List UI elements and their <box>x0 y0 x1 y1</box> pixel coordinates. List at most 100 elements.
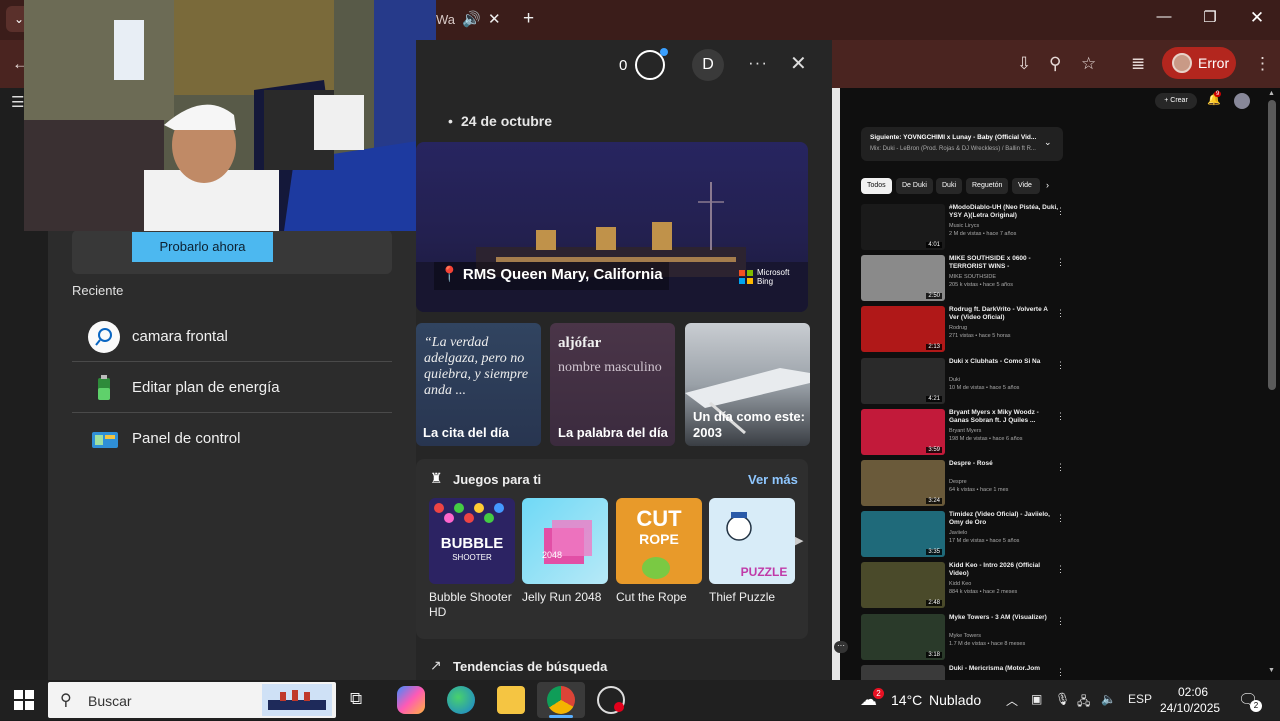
recent-item-panel[interactable]: Panel de control <box>72 414 392 464</box>
windows-start-icon[interactable] <box>14 690 34 715</box>
video-item[interactable]: 3:59 Bryant Myers x Miky Woodz - Ganas So… <box>861 408 1071 455</box>
video-thumbnail[interactable]: 2:13 <box>861 306 945 353</box>
speaker-icon[interactable]: 🔊 <box>462 10 481 28</box>
video-channel[interactable]: MIKE SOUTHSIDE <box>949 274 996 280</box>
video-title[interactable]: Despre - Rosé <box>949 460 1059 468</box>
microphone-icon[interactable]: 🎙 <box>1055 692 1070 706</box>
video-menu-icon[interactable]: ⋮ <box>1056 360 1065 371</box>
volume-icon[interactable]: 🔈 <box>1101 692 1116 706</box>
game-name[interactable]: Thief Puzzle <box>709 590 801 605</box>
create-button[interactable]: + Crear <box>1155 93 1197 109</box>
install-icon[interactable]: ⇩ <box>1017 54 1031 74</box>
edge-icon[interactable] <box>447 686 475 714</box>
video-channel[interactable]: Despre <box>949 479 967 485</box>
video-menu-icon[interactable]: ⋮ <box>1056 667 1065 678</box>
quote-of-day-card[interactable]: “La verdad adelgaza, pero no quiebra, y … <box>416 323 541 446</box>
see-more-link[interactable]: Ver más <box>748 472 798 487</box>
video-item[interactable]: 2:50 MIKE SOUTHSIDE x 0600 - TERRORIST WI… <box>861 255 1071 302</box>
word-of-day-card[interactable]: aljófar nombre masculino La palabra del … <box>550 323 675 446</box>
chips-next-icon[interactable]: › <box>1046 180 1049 190</box>
scroll-down-icon[interactable]: ▼ <box>1268 667 1275 674</box>
clock[interactable]: 02:06 24/10/2025 <box>1160 684 1220 716</box>
video-item[interactable]: 3:24 Despre - Rosé Despre 64 k vistas • hac… <box>861 460 1071 506</box>
video-thumbnail[interactable]: 3:24 <box>861 460 945 506</box>
close-icon[interactable]: ✕ <box>790 51 807 76</box>
star-icon[interactable]: ☆ <box>1081 54 1096 74</box>
network-icon[interactable]: 🖧 <box>1077 692 1090 713</box>
more-dots-icon[interactable]: ··· <box>834 641 848 653</box>
video-channel[interactable]: Rodrug <box>949 325 967 331</box>
video-thumbnail[interactable]: 2:50 <box>861 255 945 302</box>
video-menu-icon[interactable]: ⋮ <box>1056 411 1065 422</box>
video-title[interactable]: Timidez (Video Oficial) - Javiielo, Omy … <box>949 511 1059 527</box>
scrollbar[interactable] <box>1268 100 1276 390</box>
games-next-icon[interactable]: ▶ <box>795 534 803 547</box>
tab-title[interactable]: Wa <box>436 12 455 27</box>
meet-icon[interactable]: ▣ <box>1031 692 1042 706</box>
video-title[interactable]: Duki - Mericrisma (Motor.Jom <box>949 665 1059 673</box>
yt-avatar[interactable] <box>1234 93 1250 109</box>
game-thumbnail[interactable]: BUBBLE SHOOTER <box>429 498 515 584</box>
game-name[interactable]: Cut the Rope <box>616 590 708 605</box>
on-this-day-card[interactable]: Un día como este: 2003 <box>685 323 810 446</box>
game-thumbnail[interactable]: CUT ROPE <box>616 498 702 584</box>
video-item[interactable]: 2:48 Kidd Keo - Intro 2026 (Official Vide… <box>861 562 1071 609</box>
video-menu-icon[interactable]: ⋮ <box>1056 206 1065 217</box>
copilot-icon[interactable] <box>397 686 425 714</box>
video-channel[interactable]: Duki <box>949 377 960 383</box>
hero-location[interactable]: 📍 RMS Queen Mary, California <box>434 262 669 290</box>
try-now-button[interactable]: Probarlo ahora <box>132 232 273 262</box>
video-thumbnail[interactable]: 4:01 <box>861 204 945 250</box>
chip[interactable]: Duki <box>936 178 963 194</box>
hamburger-icon[interactable]: ☰ <box>11 93 24 111</box>
video-menu-icon[interactable]: ⋮ <box>1056 308 1065 319</box>
video-thumbnail[interactable]: 3:35 <box>861 511 945 558</box>
video-item[interactable]: 3:18 Myke Towers - 3 AM (Visualizer) Myke … <box>861 613 1071 660</box>
language-indicator[interactable]: ESP <box>1128 692 1152 706</box>
chrome-icon[interactable] <box>547 686 575 714</box>
chip[interactable]: De Duki <box>896 178 933 194</box>
video-channel[interactable]: Bryant Myers <box>949 428 981 434</box>
video-menu-icon[interactable]: ⋮ <box>1056 462 1065 473</box>
video-thumbnail[interactable]: 3:18 <box>861 613 945 660</box>
zoom-icon[interactable]: ⚲ <box>1049 54 1061 74</box>
chip-all[interactable]: Todos <box>861 178 892 194</box>
chevron-up-icon[interactable]: ︿ <box>1006 692 1018 709</box>
game-thumbnail[interactable]: PUZZLE <box>709 498 795 584</box>
menu-icon[interactable]: ⋮ <box>1254 54 1271 74</box>
now-playing-panel[interactable] <box>861 127 1063 161</box>
close-window-button[interactable]: ✕ <box>1234 8 1280 32</box>
video-title[interactable]: Kidd Keo - Intro 2026 (Official Video) <box>949 562 1059 578</box>
video-title[interactable]: Myke Towers - 3 AM (Visualizer) <box>949 614 1059 622</box>
video-item[interactable]: 3:35 Timidez (Video Oficial) - Javiielo, … <box>861 511 1071 558</box>
file-explorer-icon[interactable] <box>497 686 525 714</box>
video-title[interactable]: #ModoDiablo-UH (Neo Pistéa, Duki, YSY A)… <box>949 204 1059 220</box>
video-item[interactable]: 2:13 Rodrug ft. DarkVrito - Volverte A Ve… <box>861 306 1071 353</box>
close-tab-icon[interactable]: ✕ <box>488 10 501 28</box>
game-thumbnail[interactable]: 2048 <box>522 498 608 584</box>
minimize-button[interactable]: — <box>1141 8 1187 32</box>
media-icon[interactable]: ≣ <box>1131 54 1145 74</box>
video-title[interactable]: Duki x Clubhats - Como Si Na <box>949 358 1059 366</box>
video-title[interactable]: Bryant Myers x Miky Woodz - Ganas Sobran… <box>949 409 1059 425</box>
weather-temp[interactable]: 14°C <box>891 692 922 708</box>
video-thumbnail[interactable]: 2:48 <box>861 562 945 609</box>
maximize-button[interactable]: ❐ <box>1187 8 1233 32</box>
video-thumbnail[interactable]: 4:21 <box>861 357 945 404</box>
task-view-icon[interactable]: ⧉ <box>350 689 362 709</box>
video-menu-icon[interactable]: ⋮ <box>1056 257 1065 268</box>
weather-condition[interactable]: Nublado <box>929 692 981 708</box>
video-menu-icon[interactable]: ⋮ <box>1056 513 1065 524</box>
video-title[interactable]: MIKE SOUTHSIDE x 0600 - TERRORIST WINS - <box>949 255 1059 271</box>
video-thumbnail[interactable]: 3:59 <box>861 408 945 455</box>
game-name[interactable]: Jelly Run 2048 <box>522 590 614 605</box>
video-menu-icon[interactable]: ⋮ <box>1056 564 1065 575</box>
video-item[interactable]: 4:01 #ModoDiablo-UH (Neo Pistéa, Duki, YS… <box>861 204 1071 250</box>
new-tab-button[interactable]: + <box>523 8 534 30</box>
video-channel[interactable]: Music Lirycs <box>949 223 979 229</box>
game-name[interactable]: Bubble Shooter HD <box>429 590 521 620</box>
scroll-up-icon[interactable]: ▲ <box>1268 90 1275 97</box>
chip[interactable]: Vide <box>1012 178 1040 194</box>
chip[interactable]: Reguetón <box>966 178 1009 194</box>
video-channel[interactable]: Myke Towers <box>949 633 981 639</box>
